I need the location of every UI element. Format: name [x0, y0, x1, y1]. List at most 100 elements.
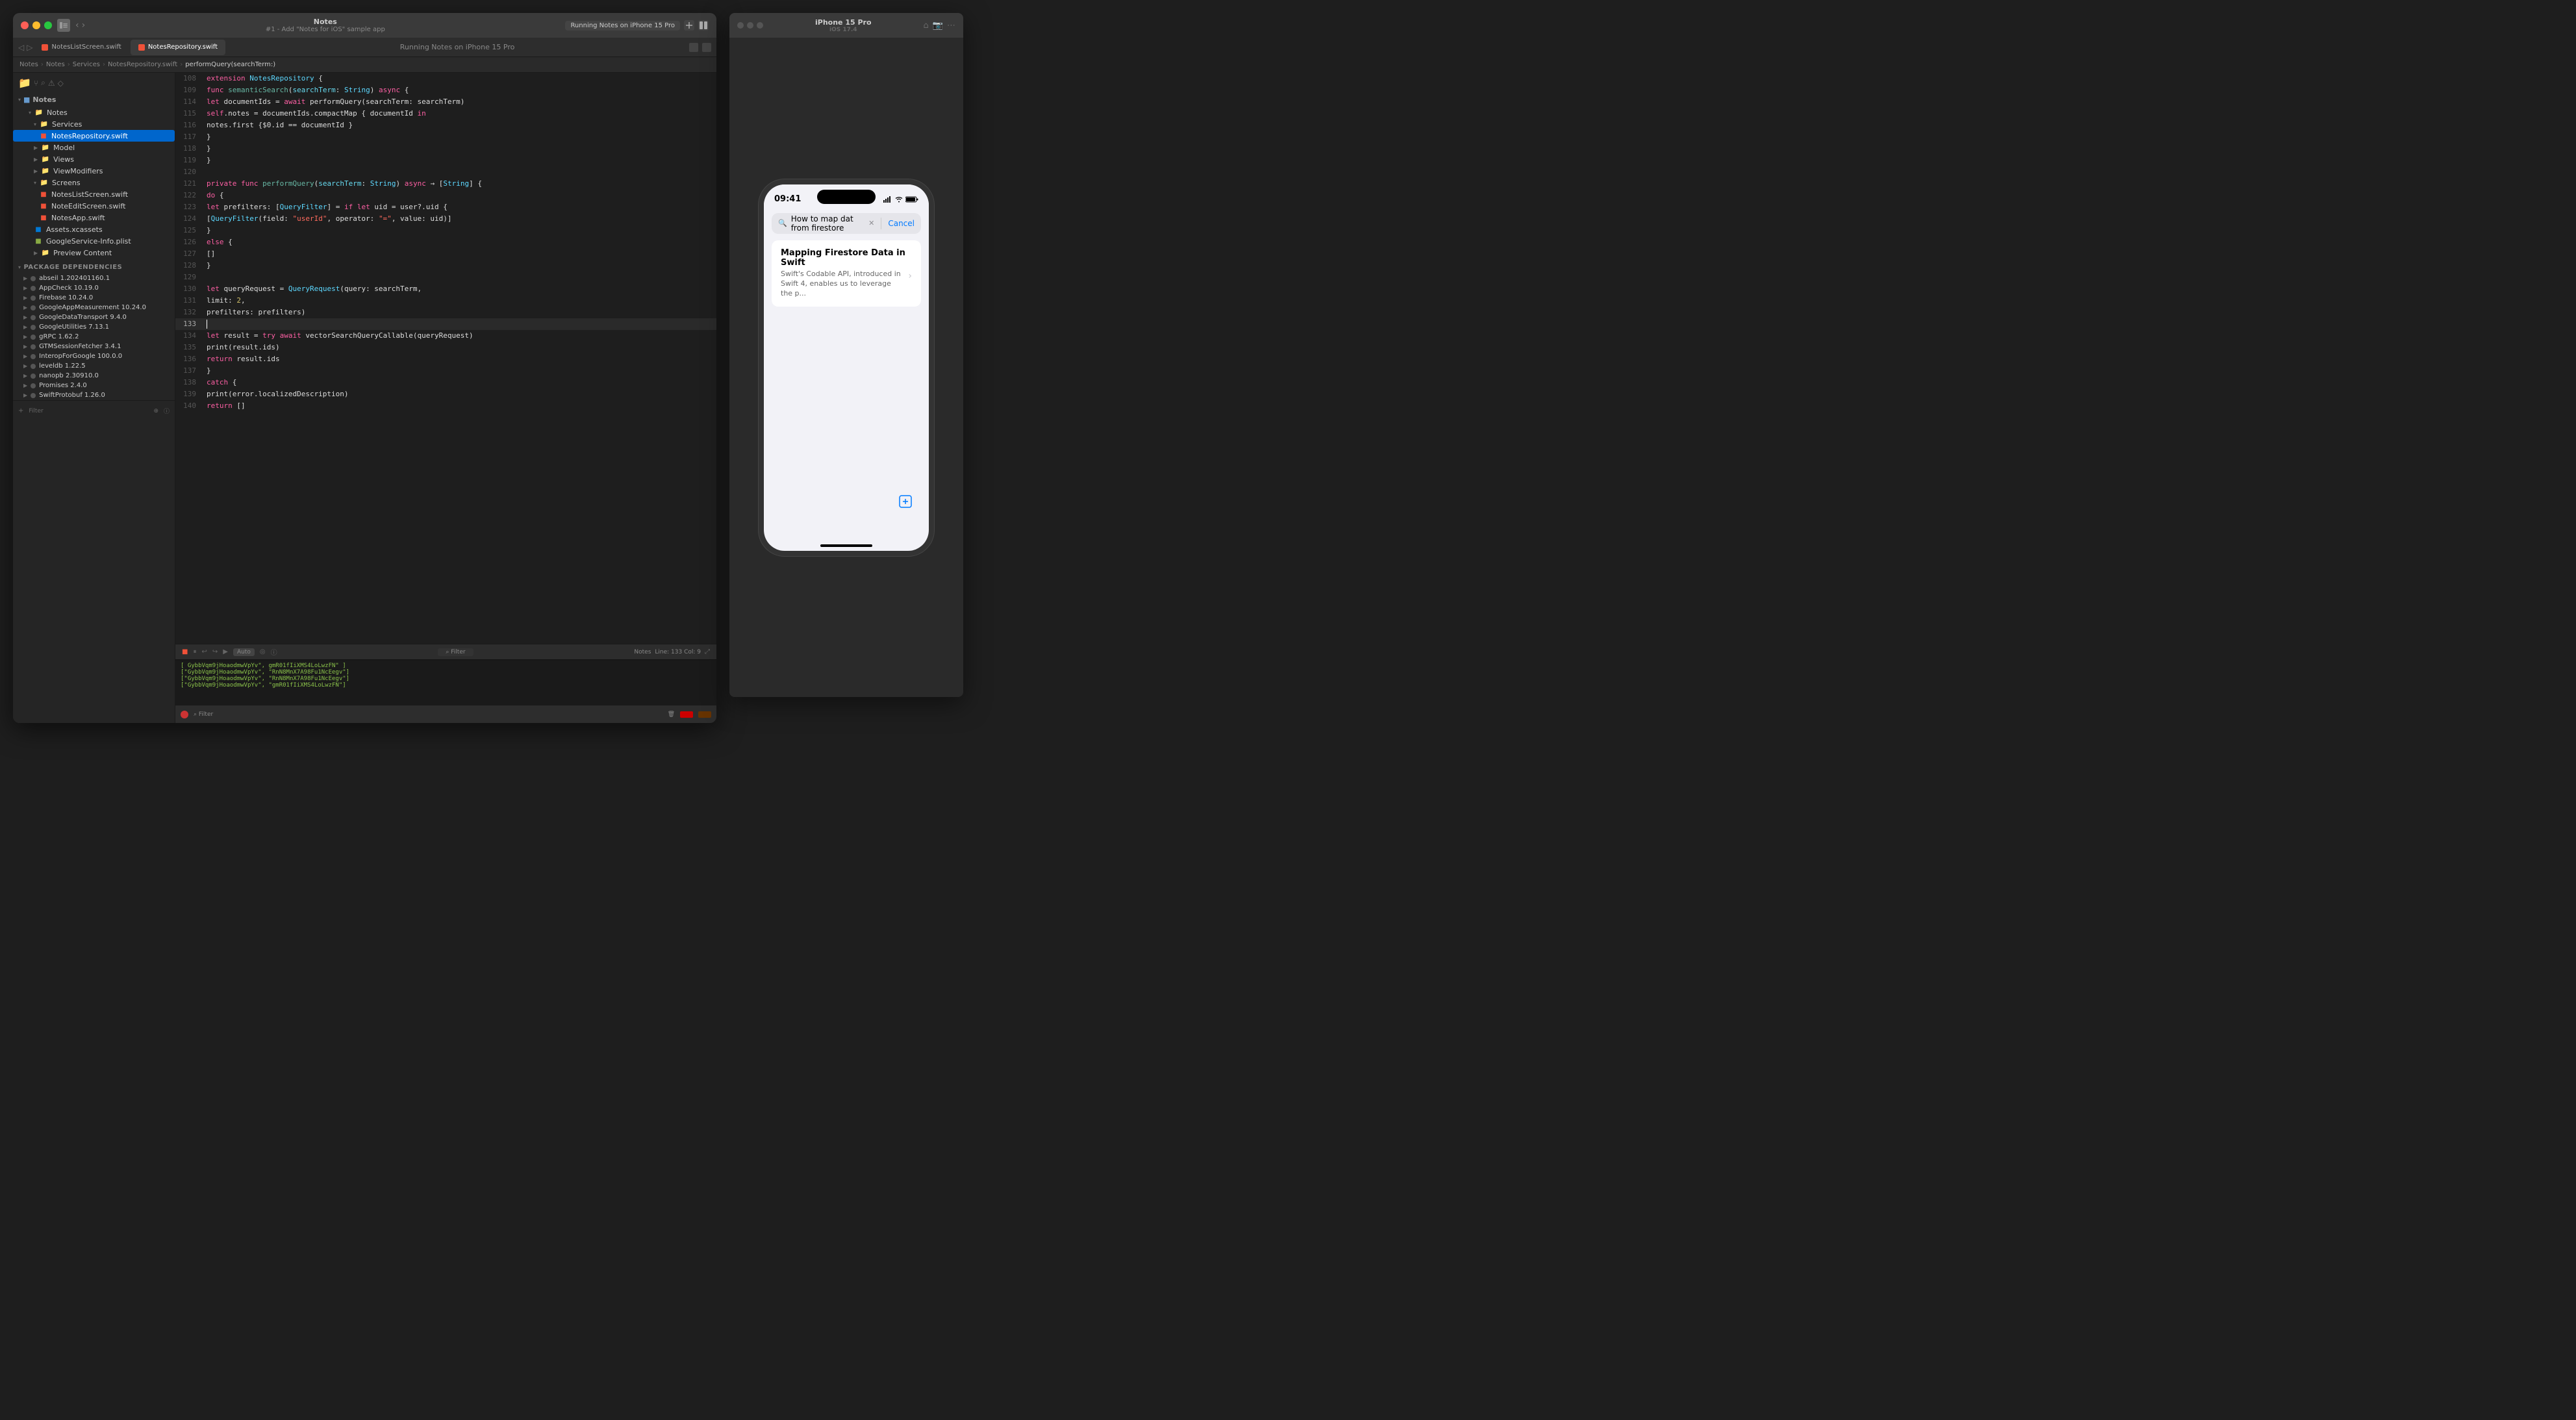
code-line-140: return [] [201, 400, 716, 412]
sidebar-item-services[interactable]: ▾ 📁 Services [13, 118, 175, 130]
sidebar-item-googleservice[interactable]: ■ GoogleService-Info.plist [13, 235, 175, 247]
code-line-127: [] [201, 248, 716, 260]
plus-button[interactable] [684, 20, 694, 31]
step-over-icon[interactable]: ↪ [212, 648, 218, 655]
step-icon[interactable]: ↩ [201, 648, 207, 655]
pkg-abseil[interactable]: ▶ abseil 1.202401160.1 [13, 273, 175, 283]
filter-label[interactable]: ⌕ Filter [438, 648, 473, 656]
chevron-icon: ▾ [34, 180, 36, 186]
sidebar-info-icon[interactable]: ⓘ [164, 407, 170, 415]
pkg-appcheck[interactable]: ▶ AppCheck 10.19.0 [13, 283, 175, 293]
sidebar-item-notes-group[interactable]: ▾ 📁 Notes [13, 107, 175, 118]
canvas-icon[interactable] [702, 43, 711, 52]
info-icon[interactable]: ⓘ [271, 647, 277, 657]
sidebar-settings-icon[interactable]: ⊕ [153, 408, 158, 414]
code-line-121: private func performQuery(searchTerm: St… [201, 178, 716, 190]
phone-search-bar[interactable]: 🔍 How to map dat from firestore ✕ Cancel [772, 213, 921, 234]
line-num-114: 114 [175, 96, 201, 108]
line-num-130: 130 [175, 283, 201, 295]
sim-home-icon[interactable]: ⌂ [924, 21, 929, 31]
filter-bottom-label[interactable]: ⌕ Filter [194, 711, 213, 718]
tab-notes-list-screen[interactable]: NotesListScreen.swift [34, 40, 129, 55]
compose-button[interactable] [895, 491, 916, 512]
pkg-googledatatransport[interactable]: ▶ GoogleDataTransport 9.4.0 [13, 312, 175, 322]
sidebar-item-preview-content[interactable]: ▶ 📁 Preview Content [13, 247, 175, 259]
pkg-grpc[interactable]: ▶ gRPC 1.62.2 [13, 332, 175, 342]
add-filter-button[interactable]: + [18, 407, 23, 414]
split-editor-icon[interactable] [689, 43, 698, 52]
chevron-icon: ▶ [23, 383, 27, 388]
pkg-googleutilities[interactable]: ▶ GoogleUtilities 7.13.1 [13, 322, 175, 332]
search-sidebar-icon[interactable]: ⌕ [41, 78, 45, 88]
tab-notes-repository[interactable]: NotesRepository.swift [131, 40, 225, 55]
pkg-leveldb[interactable]: ▶ leveldb 1.22.5 [13, 361, 175, 371]
pkg-interopforgoogle[interactable]: ▶ InteropForGoogle 100.0.0 [13, 351, 175, 361]
sidebar-toggle-icon[interactable] [57, 19, 70, 32]
code-content[interactable]: 108 109 114 115 116 117 118 119 120 121 … [175, 73, 716, 644]
source-control-icon[interactable]: ⑂ [34, 79, 38, 88]
sidebar-item-views[interactable]: ▶ 📁 Views [13, 153, 175, 165]
layout-button[interactable] [698, 20, 709, 31]
pkg-nanopb[interactable]: ▶ nanopb 2.30910.0 [13, 371, 175, 381]
sim-device-name: iPhone 15 Pro [768, 18, 918, 27]
debug-indicator-orange [698, 711, 711, 718]
continue-icon[interactable]: ▶ [223, 648, 228, 655]
sim-settings-icon[interactable]: ⋯ [947, 21, 955, 31]
toolbar-nav: ‹ › [75, 20, 85, 31]
code-lines[interactable]: extension NotesRepository { func semanti… [201, 73, 716, 644]
debug-line-3: ["GybbVqm9jHoaodmwVpYv", "RnN8MnX7A98Fu1… [181, 676, 711, 682]
sidebar-item-assets[interactable]: ■ Assets.xcassets [13, 223, 175, 235]
code-line-120 [201, 166, 716, 178]
line-num-120: 120 [175, 166, 201, 178]
search-input[interactable]: How to map dat from firestore [791, 214, 865, 233]
sidebar-item-noteslistscreen[interactable]: ■ NotesListScreen.swift [13, 188, 175, 200]
search-clear-button[interactable]: ✕ [868, 219, 874, 227]
code-line-119: } [201, 155, 716, 166]
sim-zoom-btn[interactable] [757, 22, 763, 29]
sidebar-item-notes-repository[interactable]: ■ NotesRepository.swift [13, 130, 175, 142]
chevron-icon: ▶ [23, 275, 27, 281]
sidebar-item-viewmodifiers[interactable]: ▶ 📁 ViewModifiers [13, 165, 175, 177]
expand-icon[interactable]: ⤢ [705, 648, 710, 655]
line-num-139: 139 [175, 388, 201, 400]
sidebar-item-notesapp[interactable]: ■ NotesApp.swift [13, 212, 175, 223]
trash-icon[interactable]: 🗑 [668, 711, 675, 718]
sim-screenshot-icon[interactable]: 📷 [933, 21, 943, 31]
bc-notes-proj[interactable]: Notes [19, 61, 38, 68]
issues-icon[interactable]: ⚠ [48, 79, 55, 88]
bc-method[interactable]: performQuery(searchTerm:) [185, 61, 275, 68]
package-dependencies-header[interactable]: ▾ Package Dependencies [13, 259, 175, 273]
bc-file[interactable]: NotesRepository.swift [108, 61, 177, 68]
project-header[interactable]: ▾ ■ Notes [13, 93, 175, 107]
back-button[interactable]: ‹ [75, 20, 79, 31]
pause-icon[interactable]: ⏸ [193, 648, 196, 655]
pkg-gtmsessionfetcher[interactable]: ▶ GTMSessionFetcher 3.4.1 [13, 342, 175, 351]
auto-label[interactable]: Auto [233, 648, 255, 656]
nav-back-icon[interactable]: ◁ [18, 43, 24, 52]
close-button[interactable] [21, 21, 29, 29]
zoom-button[interactable] [44, 21, 52, 29]
minimize-button[interactable] [32, 21, 40, 29]
sidebar-toolbar: 📁 ⑂ ⌕ ⚠ ◇ [13, 73, 175, 93]
pkg-promises[interactable]: ▶ Promises 2.4.0 [13, 381, 175, 390]
search-cancel-button[interactable]: Cancel [888, 219, 915, 228]
tests-icon[interactable]: ◇ [58, 79, 64, 88]
bc-notes-group[interactable]: Notes [46, 61, 65, 68]
pkg-googleappmeasurement[interactable]: ▶ GoogleAppMeasurement 10.24.0 [13, 303, 175, 312]
folder-icon-btn[interactable]: 📁 [18, 77, 31, 89]
pkg-firebase[interactable]: ▶ Firebase 10.24.0 [13, 293, 175, 303]
nav-forward-icon[interactable]: ▷ [27, 43, 32, 52]
bc-services[interactable]: Services [73, 61, 100, 68]
sidebar-item-model[interactable]: ▶ 📁 Model [13, 142, 175, 153]
view-icon[interactable]: ◎ [260, 648, 266, 655]
sim-close-btn[interactable] [737, 22, 744, 29]
sim-minimize-btn[interactable] [747, 22, 753, 29]
code-editor: 108 109 114 115 116 117 118 119 120 121 … [175, 73, 716, 723]
line-num-108: 108 [175, 73, 201, 84]
pkg-swiftprotobuf[interactable]: ▶ SwiftProtobuf 1.26.0 [13, 390, 175, 400]
sidebar-item-screens[interactable]: ▾ 📁 Screens [13, 177, 175, 188]
sidebar-item-noteeditscreen[interactable]: ■ NoteEditScreen.swift [13, 200, 175, 212]
forward-button[interactable]: › [82, 20, 86, 31]
search-result-card[interactable]: Mapping Firestore Data in Swift Swift's … [772, 240, 921, 307]
chevron-icon: ▶ [23, 334, 27, 340]
